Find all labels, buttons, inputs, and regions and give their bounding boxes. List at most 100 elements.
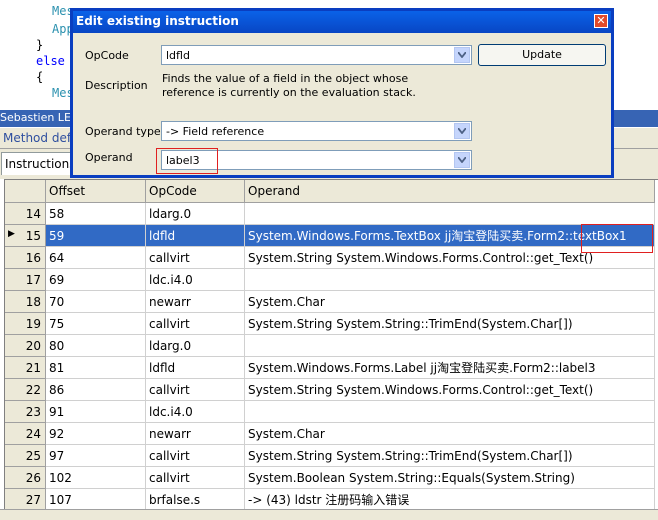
row-number[interactable]: 24: [5, 422, 46, 445]
cell-operand: System.Char: [244, 422, 655, 445]
dialog-title: Edit existing instruction: [76, 14, 239, 28]
opcode-value: ldfld: [166, 49, 190, 62]
table-row[interactable]: 18 70 newarr System.Char: [5, 290, 655, 313]
cell-offset: 69: [45, 268, 146, 291]
table-row[interactable]: 25 97 callvirt System.String System.String:…: [5, 444, 655, 467]
cell-offset: 91: [45, 400, 146, 423]
cell-offset: 64: [45, 246, 146, 269]
chevron-down-icon[interactable]: [454, 123, 470, 139]
row-number[interactable]: 23: [5, 400, 46, 423]
cell-opcode: brfalse.s: [145, 488, 245, 511]
column-header-offset[interactable]: Offset: [45, 180, 146, 203]
column-header-operand[interactable]: Operand: [244, 180, 655, 203]
row-number[interactable]: 14: [5, 202, 46, 225]
table-row[interactable]: 16 64 callvirt System.String System.Windows…: [5, 246, 655, 269]
description-label: Description: [85, 79, 148, 92]
cell-opcode: ldfld: [145, 224, 245, 247]
row-number[interactable]: 17: [5, 268, 46, 291]
cell-offset: 58: [45, 202, 146, 225]
row-number[interactable]: 15 ▶: [5, 224, 46, 247]
table-row[interactable]: 26 102 callvirt System.Boolean System.Strin…: [5, 466, 655, 489]
cell-operand: [244, 334, 655, 357]
table-row[interactable]: 23 91 ldc.i4.0: [5, 400, 655, 423]
status-strip: [0, 509, 658, 520]
cell-opcode: callvirt: [145, 246, 245, 269]
table-row[interactable]: 22 86 callvirt System.String System.Windows…: [5, 378, 655, 401]
operand-type-label: Operand type: [85, 125, 161, 138]
cell-offset: 81: [45, 356, 146, 379]
instructions-table: Offset OpCode Operand 14 58 ldarg.0 15 ▶ 59 ld…: [5, 180, 655, 511]
cell-opcode: callvirt: [145, 312, 245, 335]
cell-operand: System.Boolean System.String::Equals(Sys…: [244, 466, 655, 489]
cell-operand: [244, 202, 655, 225]
code-line: else: [36, 54, 65, 68]
cell-offset: 92: [45, 422, 146, 445]
cell-offset: 75: [45, 312, 146, 335]
cell-offset: 59: [45, 224, 146, 247]
header-row: Offset OpCode Operand: [5, 180, 655, 203]
table-row[interactable]: 14 58 ldarg.0: [5, 202, 655, 225]
cell-opcode: callvirt: [145, 466, 245, 489]
operand-label: Operand: [85, 151, 133, 164]
cell-operand: System.Windows.Forms.Label jj淘宝登陆买卖.Form…: [244, 356, 655, 379]
tab-instructions-label: Instructions: [5, 157, 76, 171]
cell-opcode: ldfld: [145, 356, 245, 379]
cell-operand: -> (43) ldstr 注册码输入错误: [244, 488, 655, 511]
row-number[interactable]: 21: [5, 356, 46, 379]
cell-opcode: ldarg.0: [145, 334, 245, 357]
cell-opcode: newarr: [145, 290, 245, 313]
cell-opcode: callvirt: [145, 444, 245, 467]
cell-offset: 86: [45, 378, 146, 401]
cell-offset: 97: [45, 444, 146, 467]
row-number[interactable]: 22: [5, 378, 46, 401]
row-number[interactable]: 16: [5, 246, 46, 269]
current-row-arrow-icon: ▶: [8, 229, 15, 239]
cell-operand: [244, 268, 655, 291]
edit-instruction-dialog: Edit existing instruction ✕ OpCode ldfld…: [70, 8, 614, 178]
cell-operand: [244, 400, 655, 423]
cell-opcode: callvirt: [145, 378, 245, 401]
cell-operand: System.String System.Windows.Forms.Contr…: [244, 378, 655, 401]
cell-opcode: ldarg.0: [145, 202, 245, 225]
chevron-down-icon[interactable]: [454, 152, 470, 168]
opcode-dropdown[interactable]: ldfld: [161, 45, 472, 65]
row-number[interactable]: 20: [5, 334, 46, 357]
table-row[interactable]: 24 92 newarr System.Char: [5, 422, 655, 445]
cell-offset: 80: [45, 334, 146, 357]
table-row[interactable]: 20 80 ldarg.0: [5, 334, 655, 357]
table-row[interactable]: 27 107 brfalse.s -> (43) ldstr 注册码输入错误: [5, 488, 655, 511]
highlight-box-operand: [156, 148, 218, 174]
description-text: Finds the value of a field in the object…: [162, 72, 416, 99]
cell-offset: 107: [45, 488, 146, 511]
row-header-corner: [5, 180, 46, 203]
row-number[interactable]: 26: [5, 466, 46, 489]
table-row[interactable]: 21 81 ldfld System.Windows.Forms.Label jj淘宝…: [5, 356, 655, 379]
tab-instructions[interactable]: Instructions: [1, 152, 77, 175]
operand-type-dropdown[interactable]: -> Field reference: [161, 121, 472, 141]
operand-type-value: -> Field reference: [166, 125, 265, 138]
dialog-title-bar[interactable]: Edit existing instruction ✕: [73, 11, 611, 33]
column-header-opcode[interactable]: OpCode: [145, 180, 245, 203]
row-number[interactable]: 25: [5, 444, 46, 467]
close-icon[interactable]: ✕: [594, 14, 608, 28]
cell-operand: System.String System.String::TrimEnd(Sys…: [244, 312, 655, 335]
code-line: {: [36, 70, 44, 84]
cell-offset: 102: [45, 466, 146, 489]
instructions-grid[interactable]: Offset OpCode Operand 14 58 ldarg.0 15 ▶ 59 ld…: [4, 179, 658, 511]
opcode-label: OpCode: [85, 49, 129, 62]
row-number[interactable]: 18: [5, 290, 46, 313]
update-button[interactable]: Update: [478, 44, 606, 66]
cell-operand: System.Char: [244, 290, 655, 313]
table-row[interactable]: 17 69 ldc.i4.0: [5, 268, 655, 291]
table-row[interactable]: 19 75 callvirt System.String System.String:…: [5, 312, 655, 335]
cell-opcode: ldc.i4.0: [145, 400, 245, 423]
cell-opcode: ldc.i4.0: [145, 268, 245, 291]
author-text: Sebastien LEB: [0, 111, 79, 124]
row-number[interactable]: 27: [5, 488, 46, 511]
row-number[interactable]: 19: [5, 312, 46, 335]
highlight-box-textbox1: [581, 224, 653, 253]
chevron-down-icon[interactable]: [454, 47, 470, 63]
table-row[interactable]: 15 ▶ 59 ldfld System.Windows.Forms.TextBox j…: [5, 224, 655, 247]
cell-operand: System.String System.String::TrimEnd(Sys…: [244, 444, 655, 467]
code-line: }: [36, 38, 44, 52]
